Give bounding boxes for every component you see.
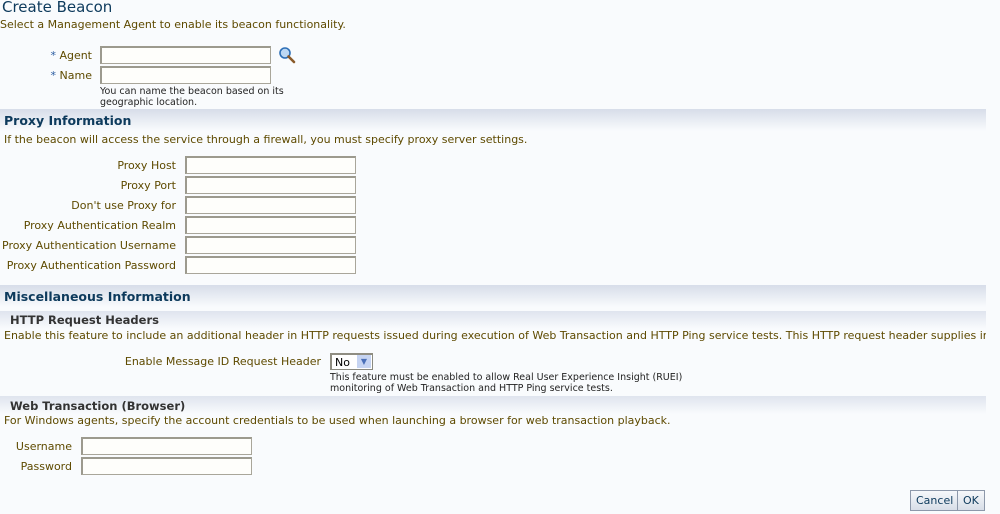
proxy-field-input[interactable] (185, 236, 356, 254)
password-input[interactable] (81, 457, 252, 475)
agent-input[interactable] (100, 46, 271, 64)
misc-section-title: Miscellaneous Information (4, 289, 191, 304)
proxy-section-header (0, 109, 986, 131)
web-description: For Windows agents, specify the account … (4, 414, 671, 427)
proxy-field-input[interactable] (185, 256, 356, 274)
ruei-note: This feature must be enabled to allow Re… (330, 372, 683, 394)
username-label: Username (15, 440, 72, 453)
name-input[interactable] (100, 66, 271, 84)
agent-label: * Agent (20, 49, 92, 62)
name-label: * Name (20, 69, 92, 82)
proxy-field-label: Don't use Proxy for (71, 199, 176, 212)
proxy-field-input[interactable] (185, 156, 356, 174)
password-label: Password (20, 460, 72, 473)
proxy-description: If the beacon will access the service th… (4, 133, 528, 146)
proxy-section-title: Proxy Information (4, 113, 132, 128)
username-input[interactable] (81, 437, 252, 455)
page-title: Create Beacon (2, 0, 113, 16)
proxy-field-input[interactable] (185, 196, 356, 214)
select-value: No (335, 356, 350, 369)
http-subsection-title: HTTP Request Headers (10, 313, 159, 327)
proxy-field-input[interactable] (185, 176, 356, 194)
proxy-field-label: Proxy Authentication Realm (23, 219, 176, 232)
web-subsection-title: Web Transaction (Browser) (10, 399, 186, 413)
required-mark: * (50, 69, 57, 82)
http-description: Enable this feature to include an additi… (4, 329, 986, 342)
required-mark: * (50, 49, 56, 62)
enable-message-id-select[interactable]: No ▼ (330, 353, 373, 370)
proxy-field-input[interactable] (185, 216, 356, 234)
cancel-button[interactable]: Cancel (910, 490, 960, 511)
enable-message-id-label: Enable Message ID Request Header (124, 355, 321, 368)
ok-button[interactable]: OK (957, 490, 985, 511)
chevron-down-icon: ▼ (357, 355, 371, 368)
proxy-field-label: Proxy Authentication Password (6, 259, 176, 272)
agent-label-text: Agent (59, 49, 92, 62)
proxy-field-label: Proxy Port (120, 179, 176, 192)
proxy-field-label: Proxy Host (117, 159, 176, 172)
proxy-field-label: Proxy Authentication Username (2, 239, 176, 252)
name-hint: You can name the beacon based on its geo… (100, 86, 284, 108)
search-icon[interactable] (278, 46, 296, 64)
page-subtitle: Select a Management Agent to enable its … (0, 18, 346, 31)
name-label-text: Name (59, 69, 92, 82)
